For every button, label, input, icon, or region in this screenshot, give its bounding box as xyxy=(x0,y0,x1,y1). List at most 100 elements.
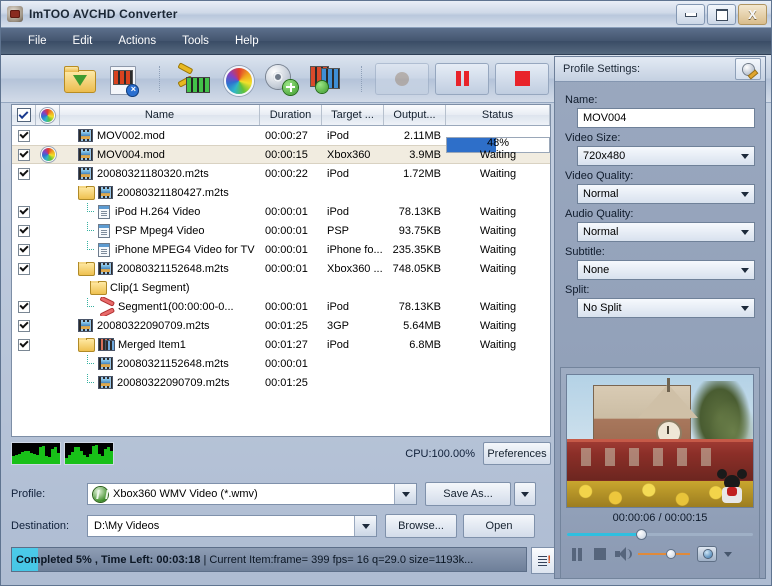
stop-button[interactable] xyxy=(495,62,549,95)
table-row[interactable]: Clip(1 Segment) xyxy=(12,278,550,297)
preferences-button[interactable]: Preferences xyxy=(483,442,551,465)
table-row[interactable]: 20080321152648.m2ts 00:00:01 Xbox360 ... 74… xyxy=(12,259,550,278)
chevron-down-icon[interactable] xyxy=(736,185,754,203)
settings-button[interactable] xyxy=(261,59,301,99)
field-combo-3[interactable]: Normal xyxy=(577,222,755,242)
menu-edit[interactable]: Edit xyxy=(60,32,106,50)
header-name[interactable]: Name xyxy=(60,105,260,125)
table-row[interactable]: iPod H.264 Video 00:00:01 iPod 78.13KB Waiti… xyxy=(12,202,550,221)
row-status-cell: Waiting xyxy=(479,224,517,237)
chevron-down-icon[interactable] xyxy=(736,261,754,279)
table-row[interactable]: iPhone MPEG4 Video for TV 00:00:01 iPhone … xyxy=(12,240,550,259)
menu-file[interactable]: File xyxy=(15,32,60,50)
chevron-down-icon[interactable] xyxy=(736,147,754,165)
header-status[interactable]: Status xyxy=(446,105,550,125)
row-checkbox[interactable] xyxy=(12,148,36,161)
table-row[interactable]: 20080322090709.m2ts 00:01:25 3GP 5.64MB Wait… xyxy=(12,316,550,335)
checkbox-icon xyxy=(18,300,30,313)
maximize-button[interactable] xyxy=(707,4,736,25)
row-name-cell: Merged Item1 xyxy=(60,337,260,352)
video-preview-image[interactable] xyxy=(566,374,754,508)
field-combo-2[interactable]: Normal xyxy=(577,184,755,204)
save-as-button[interactable]: Save As... xyxy=(425,482,511,506)
checkbox-icon xyxy=(18,167,30,180)
table-row[interactable]: MOV004.mod 00:00:15 Xbox360 3.9MB Waiting xyxy=(12,145,550,164)
seek-handle[interactable] xyxy=(636,529,648,540)
preview-pause-button[interactable] xyxy=(569,546,585,562)
menu-actions[interactable]: Actions xyxy=(105,32,169,50)
header-select-all[interactable] xyxy=(12,105,36,125)
table-row[interactable]: MOV002.mod 00:00:27 iPod 2.11MB 48% xyxy=(12,126,550,153)
pause-button[interactable] xyxy=(435,62,489,95)
merge-button[interactable] xyxy=(305,59,345,99)
browse-button[interactable]: Browse... xyxy=(385,514,457,538)
row-checkbox[interactable] xyxy=(12,205,36,218)
menu-bar: File Edit Actions Tools Help xyxy=(1,28,771,55)
seek-slider[interactable] xyxy=(567,529,753,540)
edit-profile-button[interactable] xyxy=(735,58,761,80)
volume-slider[interactable] xyxy=(638,548,690,560)
row-checkbox[interactable] xyxy=(12,129,36,142)
preview-stop-button[interactable] xyxy=(592,546,608,562)
row-name-text: Merged Item1 xyxy=(118,338,186,351)
profile-settings-title: Profile Settings: xyxy=(563,63,641,75)
record-button[interactable] xyxy=(375,62,429,95)
snapshot-button[interactable] xyxy=(697,546,717,562)
mute-button[interactable] xyxy=(615,546,632,562)
header-output[interactable]: Output... xyxy=(384,105,446,125)
table-row[interactable]: 20080322090709.m2ts 00:01:25 xyxy=(12,373,550,392)
progress-label: 48% xyxy=(486,136,510,149)
row-effect-cell[interactable] xyxy=(36,148,60,161)
row-checkbox[interactable] xyxy=(12,319,36,332)
row-status-cell: Waiting xyxy=(479,167,517,180)
row-output-cell: 5.64MB xyxy=(403,319,441,332)
close-button[interactable]: X xyxy=(738,4,767,25)
table-row[interactable]: 20080321180320.m2ts 00:00:22 iPod 1.72MB Wai… xyxy=(12,164,550,183)
table-row[interactable]: 20080321152648.m2ts 00:00:01 xyxy=(12,354,550,373)
table-row[interactable]: 20080321180427.m2ts xyxy=(12,183,550,202)
chevron-down-icon[interactable] xyxy=(736,299,754,317)
remove-file-button[interactable]: × xyxy=(103,59,143,99)
folder-icon xyxy=(90,280,107,295)
profile-select[interactable]: Xbox360 WMV Video (*.wmv) xyxy=(87,483,417,505)
header-target[interactable]: Target ... xyxy=(322,105,384,125)
field-combo-1[interactable]: 720x480 xyxy=(577,146,755,166)
field-value-4: None xyxy=(583,264,610,276)
chevron-down-icon[interactable] xyxy=(724,551,732,557)
row-name-cell: PSP Mpeg4 Video xyxy=(60,221,260,240)
field-combo-4[interactable]: None xyxy=(577,260,755,280)
row-checkbox[interactable] xyxy=(12,224,36,237)
row-checkbox[interactable] xyxy=(12,243,36,256)
profile-dropdown-arrow[interactable] xyxy=(394,484,416,504)
row-checkbox[interactable] xyxy=(12,338,36,351)
cpu-row: CPU:100.00% Preferences xyxy=(11,441,551,466)
volume-handle[interactable] xyxy=(666,549,676,559)
application-window: ImTOO AVCHD Converter X File Edit Action… xyxy=(0,0,772,586)
clip-button[interactable] xyxy=(173,59,213,99)
row-output-cell: 748.05KB xyxy=(392,262,441,275)
status-bar[interactable]: Completed 5% , Time Left: 00:03:18 | Cur… xyxy=(11,547,527,572)
header-duration[interactable]: Duration xyxy=(260,105,322,125)
table-row[interactable]: Merged Item1 00:01:27 iPod 6.8MB Waiting xyxy=(12,335,550,354)
menu-help[interactable]: Help xyxy=(222,32,272,50)
row-checkbox[interactable] xyxy=(12,300,36,313)
table-row[interactable]: Segment1(00:00:00-0... 00:00:01 iPod 78.13K… xyxy=(12,297,550,316)
name-field[interactable]: MOV004 xyxy=(577,108,755,128)
cpu-graph-core2 xyxy=(64,442,114,465)
field-combo-5[interactable]: No Split xyxy=(577,298,755,318)
header-effect-column[interactable] xyxy=(36,105,60,125)
save-as-dropdown[interactable] xyxy=(514,482,536,506)
table-row[interactable]: PSP Mpeg4 Video 00:00:01 PSP 93.75KB Waiting xyxy=(12,221,550,240)
row-checkbox[interactable] xyxy=(12,167,36,180)
checkbox-icon xyxy=(18,224,30,237)
effect-button[interactable] xyxy=(217,59,257,99)
row-checkbox[interactable] xyxy=(12,262,36,275)
destination-dropdown-arrow[interactable] xyxy=(354,516,376,536)
destination-input[interactable]: D:\My Videos xyxy=(87,515,377,537)
add-file-button[interactable] xyxy=(59,59,99,99)
chevron-down-icon[interactable] xyxy=(736,223,754,241)
open-button[interactable]: Open xyxy=(463,514,535,538)
menu-tools[interactable]: Tools xyxy=(169,32,222,50)
minimize-button[interactable] xyxy=(676,4,705,25)
field-value-5: No Split xyxy=(583,302,622,314)
